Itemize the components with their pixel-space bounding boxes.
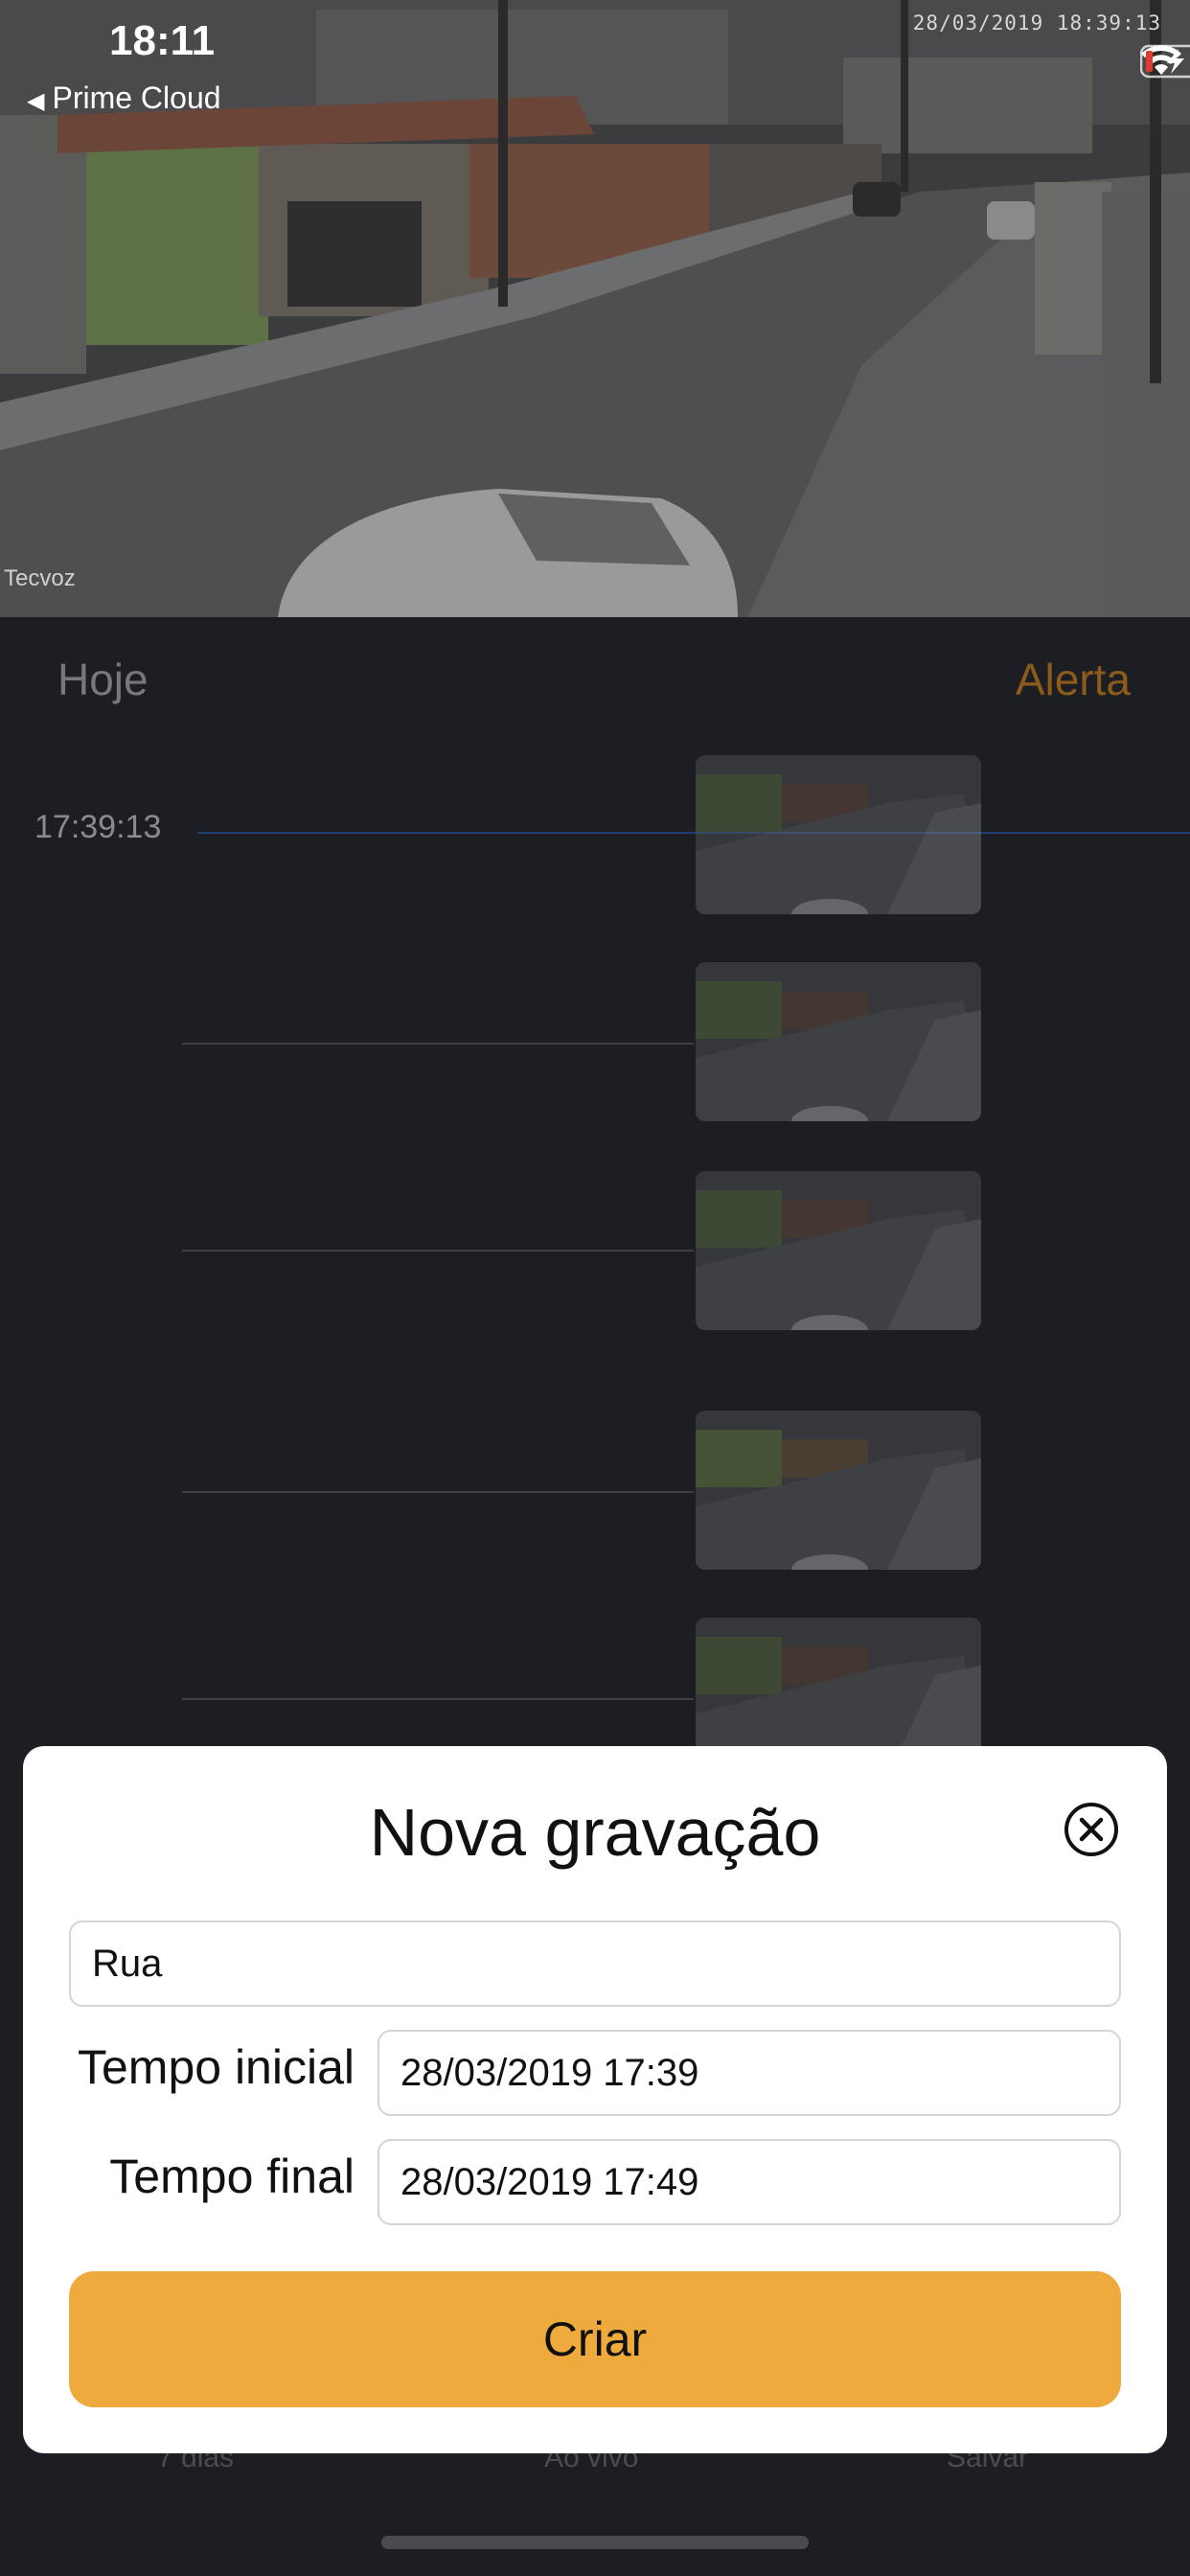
recording-name-input[interactable]: Rua [69,1920,1121,2007]
close-icon[interactable] [1064,1802,1119,1857]
tab-today[interactable]: Hoje [57,654,149,705]
back-to-app-link[interactable]: ◀ Prime Cloud [27,80,221,116]
thumbnail-image [696,1171,981,1330]
status-bar-time: 18:11 [109,17,216,64]
timeline-tick [182,1698,694,1700]
timeline-current-time: 17:39:13 [34,809,162,845]
timeline-tick [182,1250,694,1252]
new-recording-dialog: Nova gravação Rua Tempo inicial 28/03/20… [23,1746,1167,2453]
recording-thumbnail[interactable] [696,1411,981,1570]
home-indicator [381,2536,809,2549]
timeline-tick [182,1491,694,1493]
create-button[interactable]: Criar [69,2271,1121,2407]
back-arrow-icon: ◀ [27,88,45,114]
recording-name-value: Rua [92,1942,163,1985]
end-time-field[interactable]: 28/03/2019 17:49 [378,2139,1121,2225]
timeline-now-indicator [197,832,1190,834]
recording-thumbnail[interactable] [696,755,981,914]
thumbnail-image [696,755,981,914]
thumbnail-image [696,962,981,1121]
start-time-value: 28/03/2019 17:39 [400,2051,699,2094]
camera-feed[interactable]: 18:11 ◀ Prime Cloud 28/03/2019 18:39:13 T… [0,0,1190,617]
timeline-tick [182,1043,694,1045]
recording-thumbnail[interactable] [696,1171,981,1330]
end-time-label: Tempo final [109,2150,355,2203]
end-time-value: 28/03/2019 17:49 [400,2160,699,2203]
recording-thumbnail[interactable] [696,962,981,1121]
start-time-field[interactable]: 28/03/2019 17:39 [378,2030,1121,2116]
start-time-label: Tempo inicial [77,2040,355,2094]
thumbnail-image [696,1411,981,1570]
camera-timestamp: 28/03/2019 18:39:13 [912,12,1161,34]
camera-brand-watermark: Tecvoz [4,565,76,591]
tab-alert[interactable]: Alerta [1016,654,1131,705]
back-link-label: Prime Cloud [52,80,221,115]
battery-charging-icon [1140,44,1190,79]
dialog-title: Nova gravação [369,1795,821,1870]
